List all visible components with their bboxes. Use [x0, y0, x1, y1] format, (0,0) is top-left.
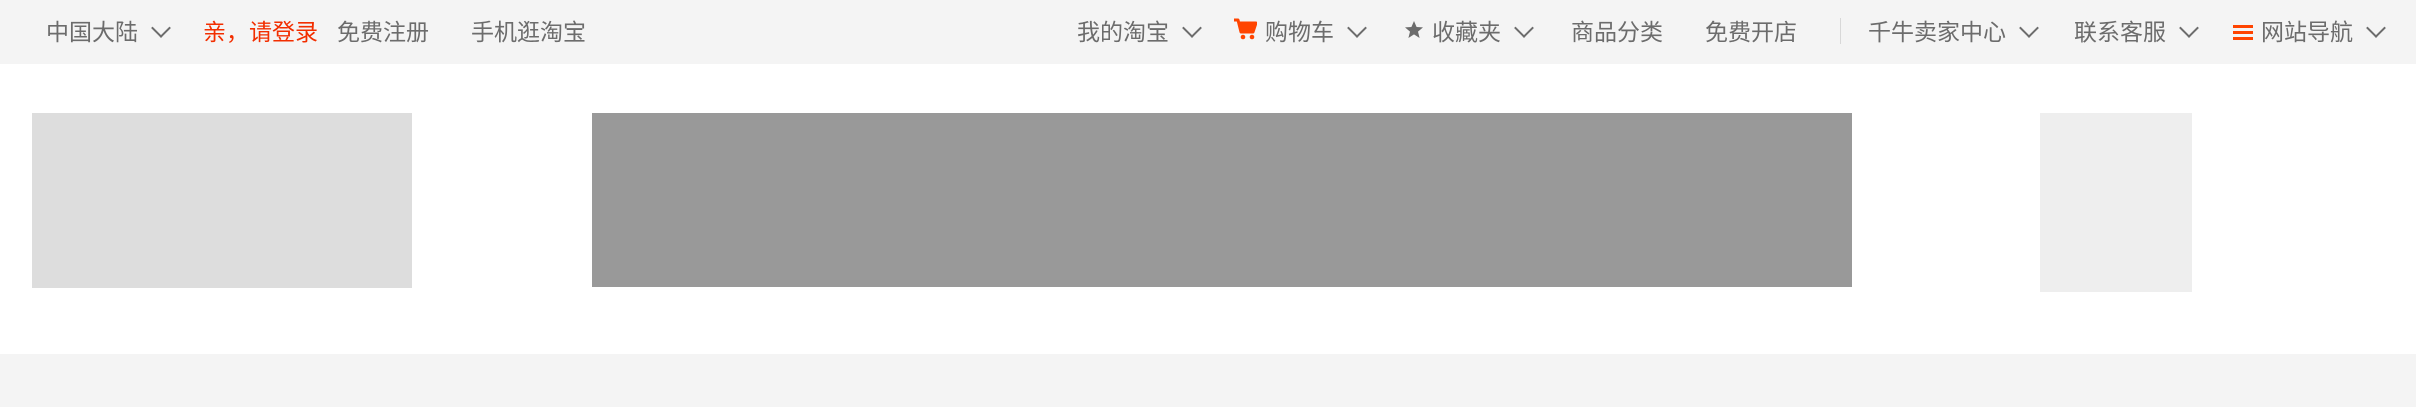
chevron-down-icon: [1514, 18, 1534, 38]
search-bar-placeholder: [592, 113, 1852, 287]
topbar-divider: [1840, 18, 1841, 44]
menu-icon: [2233, 25, 2253, 40]
my-taobao-menu[interactable]: 我的淘宝: [1077, 0, 1202, 64]
logo-placeholder: [32, 113, 412, 288]
categories-link[interactable]: 商品分类: [1571, 0, 1663, 64]
site-topbar: 中国大陆 亲，请登录 免费注册 手机逛淘宝 我的淘宝 购物车 收藏夹 商品分类 …: [0, 0, 2416, 64]
open-shop-label: 免费开店: [1705, 19, 1797, 45]
chevron-down-icon: [2019, 18, 2039, 38]
region-label: 中国大陆: [46, 19, 138, 45]
qr-code-placeholder: [2040, 113, 2192, 292]
seller-center-label: 千牛卖家中心: [1868, 19, 2006, 45]
my-taobao-label: 我的淘宝: [1077, 19, 1169, 45]
cart-menu[interactable]: 购物车: [1233, 0, 1367, 64]
chevron-down-icon: [1182, 18, 1202, 38]
site-nav-menu[interactable]: 网站导航: [2233, 0, 2386, 64]
chevron-down-icon: [1347, 18, 1367, 38]
login-label: 亲，请登录: [203, 19, 318, 45]
cart-label: 购物车: [1265, 19, 1334, 45]
categories-label: 商品分类: [1571, 19, 1663, 45]
cart-icon: [1233, 17, 1258, 47]
chevron-down-icon: [2179, 18, 2199, 38]
seller-center-menu[interactable]: 千牛卖家中心: [1868, 0, 2039, 64]
chevron-down-icon: [151, 18, 171, 38]
star-icon: [1404, 19, 1424, 46]
favorites-label: 收藏夹: [1432, 19, 1501, 45]
register-link[interactable]: 免费注册: [337, 0, 429, 64]
content-area-band: [0, 354, 2416, 407]
mobile-taobao-link[interactable]: 手机逛淘宝: [471, 0, 586, 64]
customer-service-label: 联系客服: [2074, 19, 2166, 45]
mobile-label: 手机逛淘宝: [471, 19, 586, 45]
site-nav-label: 网站导航: [2261, 19, 2353, 45]
chevron-down-icon: [2366, 18, 2386, 38]
customer-service-menu[interactable]: 联系客服: [2074, 0, 2199, 64]
login-link[interactable]: 亲，请登录: [203, 0, 318, 64]
register-label: 免费注册: [337, 19, 429, 45]
open-shop-link[interactable]: 免费开店: [1705, 0, 1797, 64]
favorites-menu[interactable]: 收藏夹: [1404, 0, 1534, 64]
region-selector[interactable]: 中国大陆: [46, 0, 171, 64]
